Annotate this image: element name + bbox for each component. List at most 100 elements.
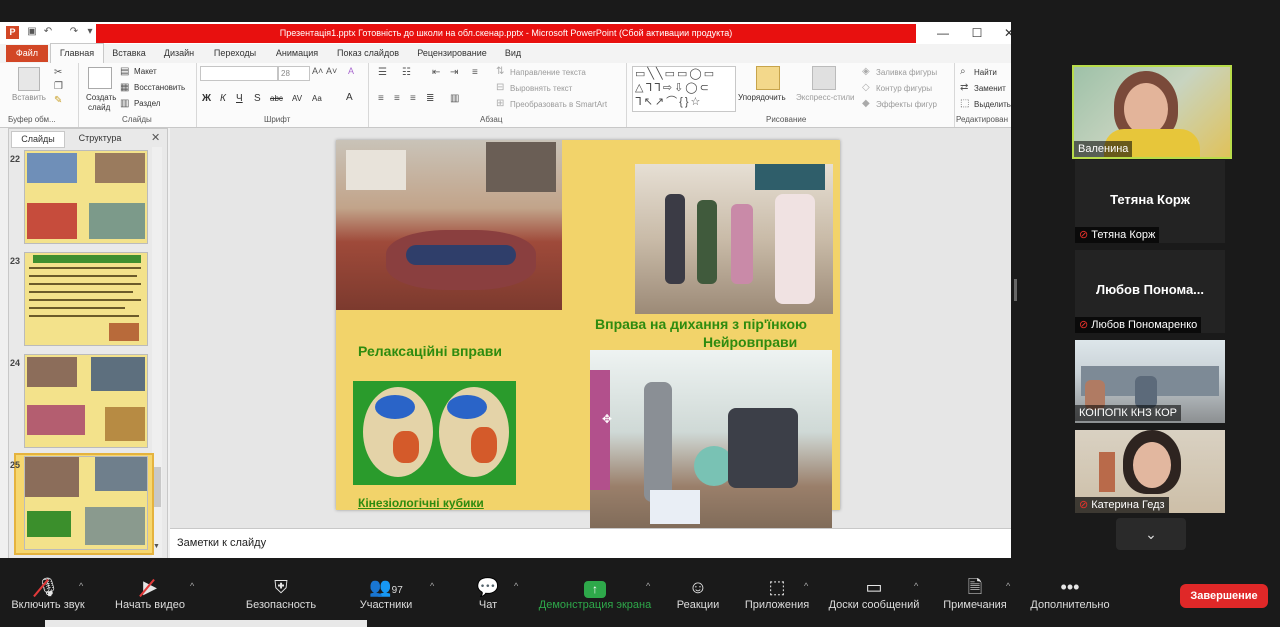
tab-insert[interactable]: Вставка <box>106 44 152 63</box>
scroll-down-icon[interactable]: ▼ <box>153 543 160 550</box>
shape-effects-button[interactable]: Эффекты фигур <box>876 100 937 109</box>
shape-fill-button[interactable]: Заливка фигуры <box>876 68 937 77</box>
columns-icon[interactable]: ▥ <box>450 93 459 104</box>
justify-icon[interactable]: ≣ <box>426 93 434 104</box>
clear-format-icon[interactable]: A <box>348 66 354 76</box>
tab-slideshow[interactable]: Показ слайдов <box>330 44 406 63</box>
slide-thumbnail-22[interactable] <box>24 150 148 244</box>
numbering-icon[interactable]: ☷ <box>402 67 411 78</box>
arrange-icon[interactable] <box>756 66 780 90</box>
section-button[interactable]: Раздел <box>134 99 160 108</box>
apps-caret-icon[interactable]: ^ <box>804 581 808 591</box>
bullets-icon[interactable]: ☰ <box>378 67 387 78</box>
share-screen-button[interactable]: ↑ Демонстрация экрана <box>532 575 658 623</box>
new-slide-button-line2[interactable]: слайд <box>88 103 110 112</box>
select-button[interactable]: Выделить <box>974 100 1011 109</box>
video-tile-valenina[interactable]: Валенина <box>1072 65 1232 159</box>
layout-button[interactable]: Макет <box>134 67 157 76</box>
align-left-icon[interactable]: ≡ <box>378 93 384 104</box>
decrease-indent-icon[interactable]: ⇤ <box>432 67 440 78</box>
participants-caret-icon[interactable]: ^ <box>430 581 434 591</box>
close-pane-icon[interactable]: ✕ <box>151 131 160 144</box>
slide-thumbnail-24[interactable] <box>24 354 148 448</box>
tab-review[interactable]: Рецензирование <box>410 44 494 63</box>
tab-animation[interactable]: Анимация <box>268 44 326 63</box>
apps-button[interactable]: ⬚ Приложения <box>740 575 814 623</box>
font-name-input[interactable] <box>200 66 278 81</box>
format-painter-icon[interactable]: ✎ <box>54 95 62 106</box>
paste-button[interactable]: Вставить <box>12 93 46 102</box>
copy-icon[interactable]: ❐ <box>54 81 63 92</box>
video-tile-kateryna[interactable]: ⊘ Катерина Гедз <box>1075 430 1225 513</box>
tab-design[interactable]: Дизайн <box>156 44 202 63</box>
underline-button[interactable]: Ч <box>236 93 243 104</box>
customize-qat-icon[interactable]: ▾ <box>84 26 96 38</box>
end-meeting-button[interactable]: Завершение <box>1180 584 1268 608</box>
quick-styles-button[interactable]: Экспресс-стили <box>796 93 855 102</box>
char-spacing-button[interactable]: AV <box>292 94 302 103</box>
participants-button[interactable]: 👥97 Участники <box>350 575 422 623</box>
shapes-gallery[interactable]: ▭╲╲▭▭◯▭ △ᒣᒣ⇨⇩◯⊂ ᒣ↖↗⌒{}☆ <box>632 66 736 112</box>
current-slide[interactable]: Вправа на дихання з пір'їнкою Нейровправ… <box>336 140 840 532</box>
tab-home[interactable]: Главная <box>52 44 102 63</box>
notes-button[interactable]: 🗎 Примечания <box>938 575 1012 623</box>
font-color-button[interactable]: A <box>346 92 353 103</box>
whiteboards-button[interactable]: ▭ Доски сообщений <box>824 575 924 623</box>
strikethrough-button[interactable]: abc <box>270 94 283 103</box>
start-video-button[interactable]: ▶ Начать видео <box>108 575 192 623</box>
share-caret-icon[interactable]: ^ <box>646 581 650 591</box>
video-tile-liubov[interactable]: Любов Понома... ⊘ Любов Пономаренко <box>1075 250 1225 333</box>
scrollbar-thumb[interactable] <box>153 467 161 507</box>
chat-caret-icon[interactable]: ^ <box>514 581 518 591</box>
reactions-button[interactable]: ☺ Реакции <box>670 575 726 623</box>
paste-icon[interactable] <box>18 67 40 91</box>
align-text-button[interactable]: Выровнять текст <box>510 84 572 93</box>
more-button[interactable]: ••• Дополнительно <box>1024 575 1116 623</box>
align-center-icon[interactable]: ≡ <box>394 93 400 104</box>
italic-button[interactable]: К <box>220 93 226 104</box>
video-options-caret-icon[interactable]: ^ <box>190 581 194 591</box>
redo-icon[interactable]: ↷ <box>68 26 80 38</box>
new-slide-button[interactable]: Создать <box>86 93 116 102</box>
slide-thumbnail-25[interactable] <box>24 456 148 550</box>
minimize-icon[interactable]: — <box>928 22 958 44</box>
change-case-button[interactable]: Aa <box>312 94 322 103</box>
replace-button[interactable]: Заменит <box>974 84 1006 93</box>
increase-indent-icon[interactable]: ⇥ <box>450 67 458 78</box>
reset-button[interactable]: Восстановить <box>134 83 185 92</box>
notes-caret-icon[interactable]: ^ <box>1006 581 1010 591</box>
arrange-button[interactable]: Упорядочить <box>738 93 786 102</box>
text-direction-button[interactable]: Направление текста <box>510 68 586 77</box>
new-slide-icon[interactable] <box>88 67 112 89</box>
line-spacing-icon[interactable]: ≡ <box>472 67 478 78</box>
slide-thumbnail-23[interactable] <box>24 252 148 346</box>
quick-styles-icon[interactable] <box>812 66 836 90</box>
shadow-button[interactable]: S <box>254 93 261 104</box>
tab-file[interactable]: Файл <box>6 45 48 62</box>
video-tile-koipopk[interactable]: КОІПОПК КНЗ КОР <box>1075 340 1225 423</box>
tab-outline[interactable]: Структура <box>67 131 133 146</box>
smartart-button[interactable]: Преобразовать в SmartArt <box>510 100 607 109</box>
font-size-input[interactable]: 28 <box>278 66 310 81</box>
whiteboards-caret-icon[interactable]: ^ <box>914 581 918 591</box>
splitter-handle[interactable] <box>1014 279 1017 301</box>
notes-pane[interactable]: Заметки к слайду <box>170 528 1011 558</box>
chat-button[interactable]: 💬 Чат <box>466 575 510 623</box>
tab-view[interactable]: Вид <box>498 44 528 63</box>
tab-slides[interactable]: Слайды <box>11 131 65 148</box>
undo-icon[interactable]: ↶ <box>42 26 54 38</box>
security-button[interactable]: ⛨ Безопасность <box>238 575 324 623</box>
align-right-icon[interactable]: ≡ <box>410 93 416 104</box>
tab-transitions[interactable]: Переходы <box>206 44 264 63</box>
shape-outline-button[interactable]: Контур фигуры <box>876 84 932 93</box>
video-tile-tetiana[interactable]: Тетяна Корж ⊘ Тетяна Корж <box>1075 160 1225 243</box>
close-icon[interactable]: ✕ <box>994 22 1011 44</box>
cut-icon[interactable]: ✂ <box>54 67 62 78</box>
grow-font-icon[interactable]: A˄ <box>312 66 323 76</box>
bold-button[interactable]: Ж <box>202 93 211 104</box>
find-button[interactable]: Найти <box>974 68 997 77</box>
audio-options-caret-icon[interactable]: ^ <box>79 581 83 591</box>
save-icon[interactable]: ▣ <box>26 26 38 38</box>
maximize-icon[interactable]: ☐ <box>962 22 992 44</box>
gallery-next-icon[interactable]: ⌄ <box>1116 518 1186 550</box>
